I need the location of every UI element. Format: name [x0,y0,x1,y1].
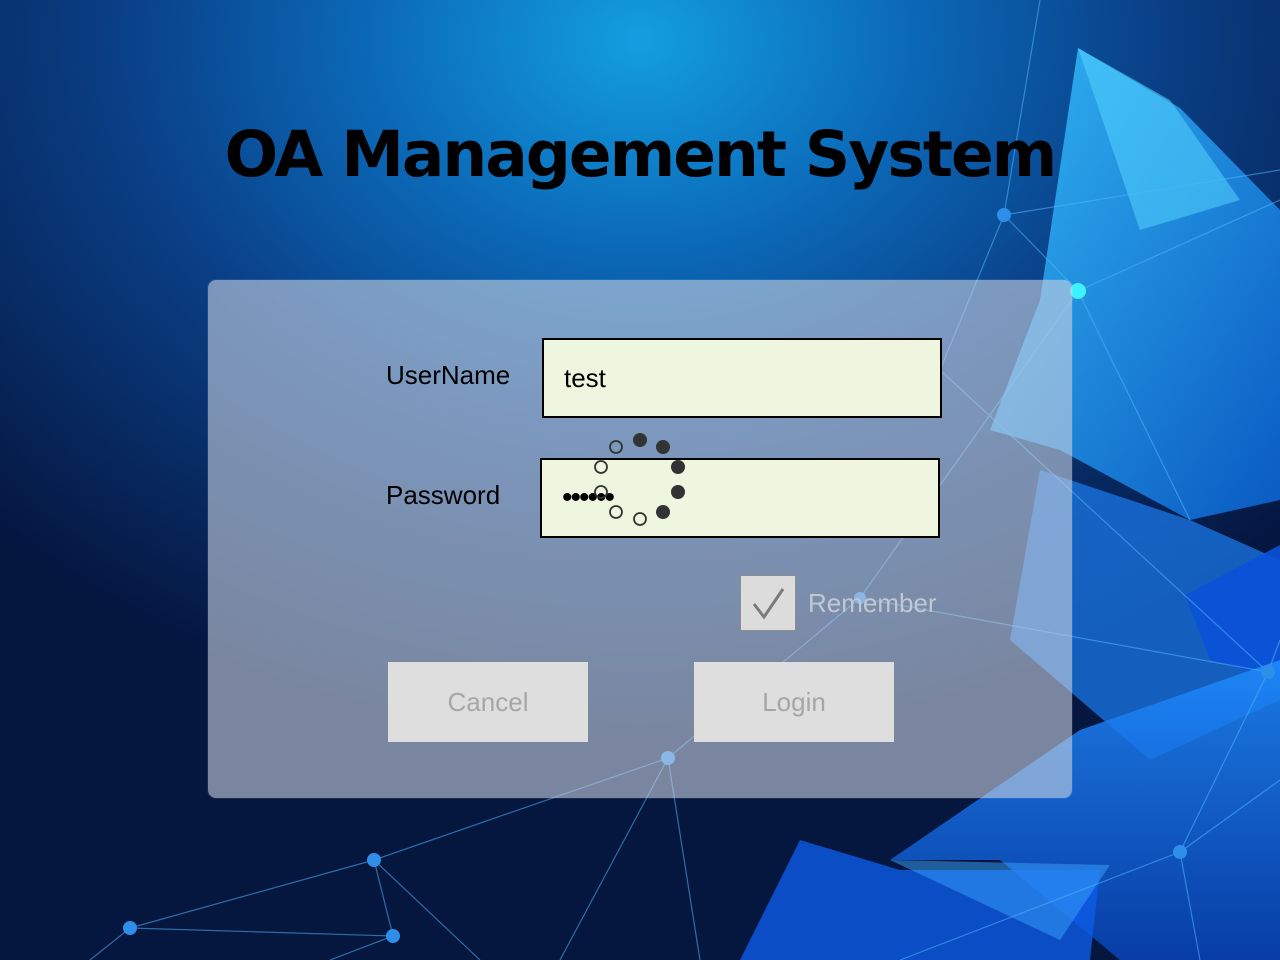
loading-spinner-icon [594,433,685,526]
app-title: OA Management System [224,118,1058,191]
checkmark-icon [752,588,785,620]
login-panel: UserName Password Remember Cancel Login [208,280,1072,798]
username-label: UserName [386,360,511,390]
cancel-button[interactable]: Cancel [388,662,588,742]
login-screen: OA Management System UserName Password R… [0,0,1280,960]
password-label: Password [386,480,501,510]
remember-label: Remember [808,588,937,618]
login-button[interactable]: Login [694,662,894,742]
username-input[interactable] [542,338,942,418]
remember-checkbox[interactable] [740,575,796,631]
